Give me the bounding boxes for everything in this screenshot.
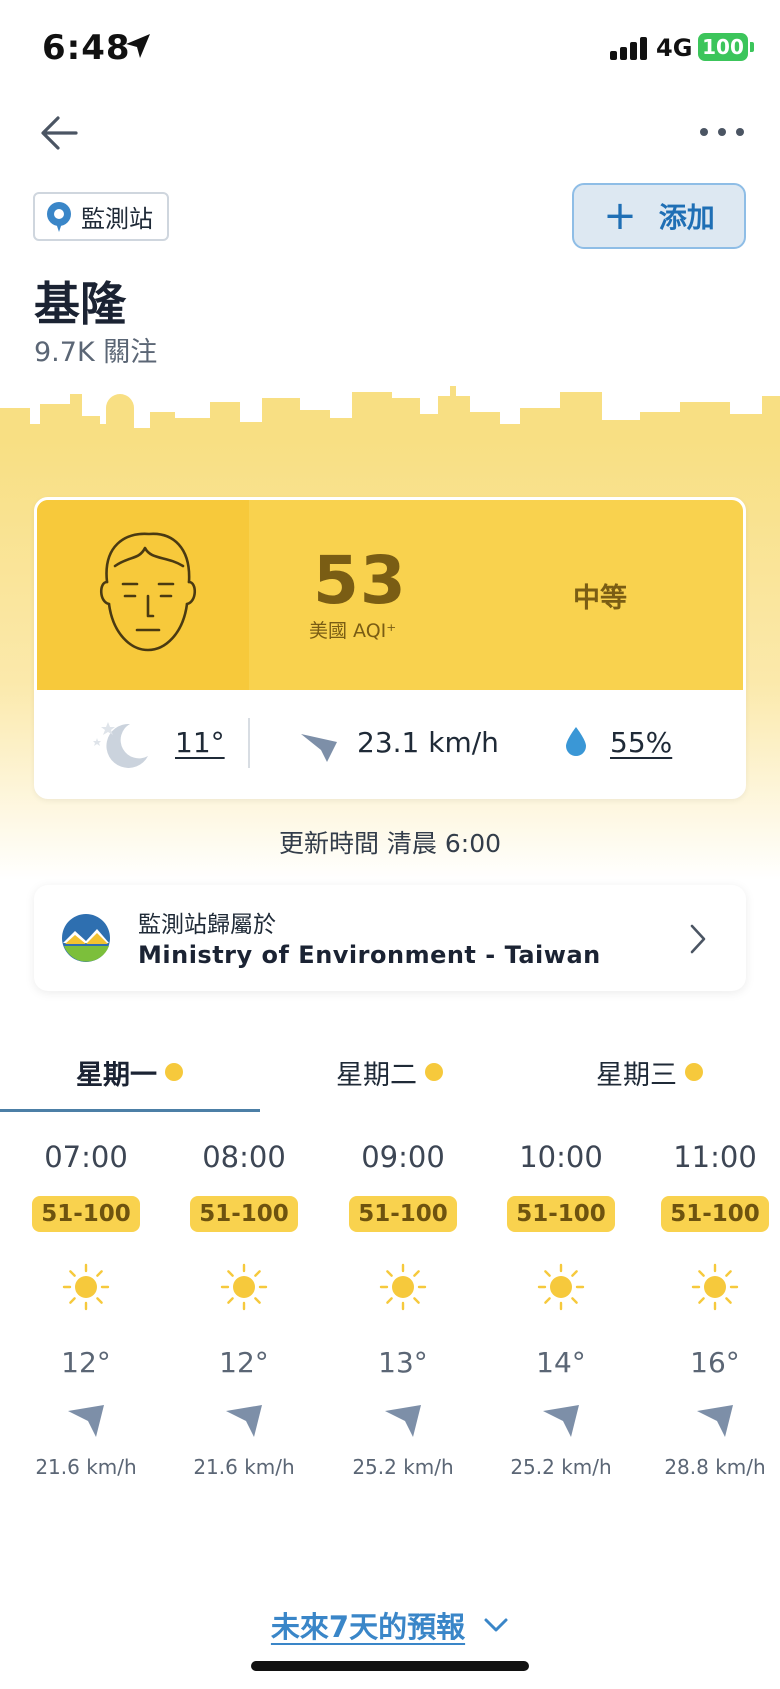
tab-label: 星期二 <box>336 1059 417 1091</box>
sun-dot-icon <box>685 1063 703 1081</box>
hour-temperature: 16° <box>690 1346 740 1379</box>
station-owner-name: Ministry of Environment - Taiwan <box>138 941 601 969</box>
aqi-range-badge: 51-100 <box>349 1196 457 1232</box>
tab-label: 星期一 <box>76 1059 157 1091</box>
chevron-down-icon <box>484 1618 508 1632</box>
aqi-scale-label: 美國 AQI⁺ <box>309 620 397 642</box>
seven-day-forecast-link[interactable]: 未來7天的預報 <box>0 1604 780 1646</box>
network-label: 4G <box>656 34 693 62</box>
humidity-drop-icon <box>566 727 586 756</box>
add-button[interactable]: + 添加 <box>572 183 746 249</box>
wind-direction-icon <box>68 1405 104 1437</box>
wind-direction-icon <box>385 1405 421 1437</box>
plus-icon: + <box>603 193 637 239</box>
tab-monday[interactable]: 星期一 <box>76 1050 183 1094</box>
updated-time: 更新時間 清晨 6:00 <box>278 829 502 858</box>
sun-dot-icon <box>425 1063 443 1081</box>
wind-direction-icon <box>697 1405 733 1437</box>
status-bar: 6:48 4G 100 <box>0 0 780 100</box>
back-arrow-icon[interactable] <box>38 112 80 154</box>
aqi-card[interactable]: 53 美國 AQI⁺ 中等 11° 23.1 km/h 55% <box>34 497 746 799</box>
current-temperature[interactable]: 11° <box>175 726 225 759</box>
moon-night-icon <box>93 722 148 768</box>
face-icon <box>99 532 197 652</box>
hour-time: 08:00 <box>202 1140 286 1174</box>
current-wind-speed: 23.1 km/h <box>357 726 499 759</box>
hour-time: 10:00 <box>519 1140 603 1174</box>
hourly-forecast-item: 10:00 51-100 14° 25.2 km/h <box>496 1140 626 1479</box>
aqi-summary: 53 美國 AQI⁺ 中等 <box>37 500 743 690</box>
divider <box>248 718 250 768</box>
followers-count: 9.7K 關注 <box>34 337 158 368</box>
city-name: 基隆 <box>34 277 126 331</box>
forecast-link-label: 未來7天的預報 <box>270 1610 466 1644</box>
aqi-level: 中等 <box>573 583 627 614</box>
hour-wind-speed: 25.2 km/h <box>510 1455 612 1479</box>
city-skyline-illustration <box>0 386 780 444</box>
hourly-forecast-item: 07:00 51-100 12° 21.6 km/h <box>21 1140 151 1479</box>
chevron-right-icon <box>690 924 706 954</box>
aqi-range-badge: 51-100 <box>32 1196 140 1232</box>
current-weather-row: 11° 23.1 km/h 55% <box>37 690 743 796</box>
hour-time: 11:00 <box>673 1140 757 1174</box>
sun-icon <box>220 1263 268 1311</box>
hourly-forecast-item: 11:00 51-100 16° 28.8 km/h <box>650 1140 780 1479</box>
wind-direction-icon <box>301 734 337 762</box>
wind-direction-icon <box>226 1405 262 1437</box>
hourly-forecast-item: 09:00 51-100 13° 25.2 km/h <box>338 1140 468 1479</box>
sun-icon <box>537 1263 585 1311</box>
hourly-forecast-item: 08:00 51-100 12° 21.6 km/h <box>179 1140 309 1479</box>
battery-icon: 100 <box>698 33 748 61</box>
tab-label: 星期三 <box>596 1059 677 1091</box>
station-chip-label: 監測站 <box>81 205 153 233</box>
home-indicator[interactable] <box>251 1661 529 1671</box>
hour-temperature: 14° <box>536 1346 586 1379</box>
add-button-label: 添加 <box>658 201 715 234</box>
active-tab-indicator <box>0 1109 260 1112</box>
hour-wind-speed: 25.2 km/h <box>352 1455 454 1479</box>
hour-temperature: 12° <box>219 1346 269 1379</box>
location-pin-icon <box>47 201 71 232</box>
location-arrow-icon <box>126 34 150 58</box>
hour-temperature: 13° <box>378 1346 428 1379</box>
hour-time: 09:00 <box>361 1140 445 1174</box>
ministry-logo-icon <box>62 914 110 962</box>
sun-icon <box>691 1263 739 1311</box>
station-owner-label: 監測站歸屬於 <box>138 912 276 938</box>
sun-icon <box>379 1263 427 1311</box>
station-chip: 監測站 <box>33 192 169 241</box>
hour-wind-speed: 21.6 km/h <box>193 1455 295 1479</box>
aqi-range-badge: 51-100 <box>507 1196 615 1232</box>
wind-direction-icon <box>543 1405 579 1437</box>
more-options-icon[interactable] <box>700 124 744 140</box>
hour-temperature: 12° <box>61 1346 111 1379</box>
aqi-range-badge: 51-100 <box>661 1196 769 1232</box>
status-time: 6:48 <box>42 28 131 68</box>
tab-wednesday[interactable]: 星期三 <box>596 1050 703 1094</box>
aqi-value: 53 <box>313 542 407 619</box>
sun-dot-icon <box>165 1063 183 1081</box>
cellular-signal-icon <box>610 36 650 60</box>
hour-time: 07:00 <box>44 1140 128 1174</box>
sun-icon <box>62 1263 110 1311</box>
station-owner-card[interactable]: 監測站歸屬於 Ministry of Environment - Taiwan <box>34 885 746 991</box>
tab-tuesday[interactable]: 星期二 <box>336 1050 443 1094</box>
current-humidity[interactable]: 55% <box>610 726 672 759</box>
hour-wind-speed: 28.8 km/h <box>664 1455 766 1479</box>
battery-cap <box>750 42 754 52</box>
aqi-range-badge: 51-100 <box>190 1196 298 1232</box>
hour-wind-speed: 21.6 km/h <box>35 1455 137 1479</box>
